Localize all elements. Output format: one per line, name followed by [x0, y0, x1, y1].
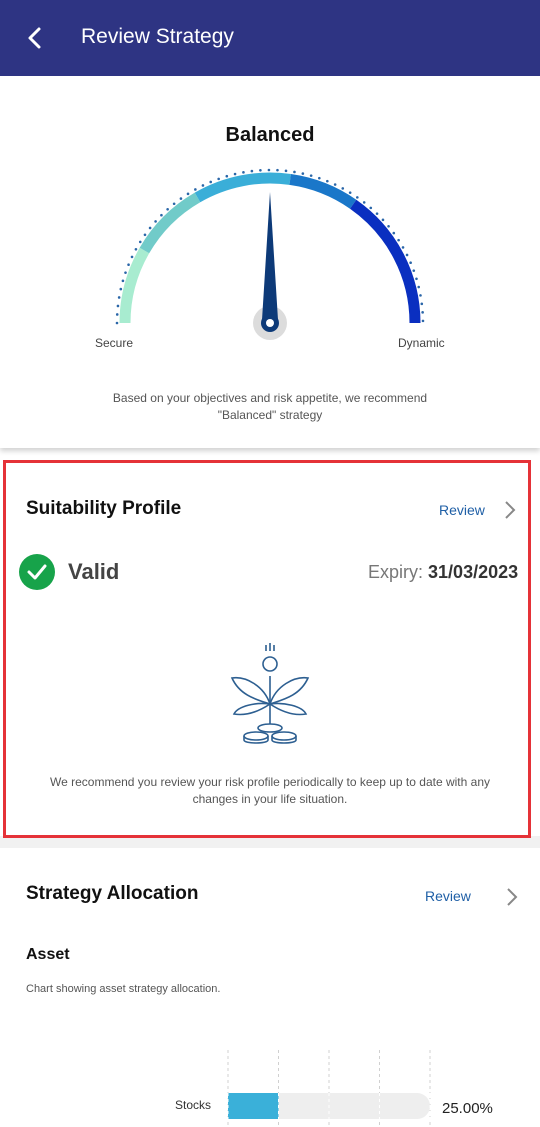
gauge-dot — [186, 192, 190, 196]
gauge-dot — [201, 184, 205, 187]
gauge-dot — [409, 261, 412, 265]
gauge-dot — [417, 285, 421, 289]
gauge-label-dynamic: Dynamic — [398, 336, 445, 350]
gauge-dot — [115, 321, 119, 325]
gauge-dot — [397, 238, 400, 242]
gauge-dot — [356, 196, 359, 199]
gauge-segment-2 — [139, 192, 201, 254]
gauge-dot — [420, 302, 424, 306]
gauge-dot — [117, 296, 121, 299]
gauge-dot — [217, 177, 220, 181]
gauge-dot — [233, 172, 237, 176]
gauge-dot — [116, 304, 120, 308]
gauge-dot — [301, 172, 305, 175]
gauge-dot — [148, 226, 152, 230]
gauge-dot — [267, 168, 271, 172]
gauge-dot — [130, 255, 134, 259]
strategy-allocation-title: Strategy Allocation — [26, 883, 199, 904]
risk-gauge — [115, 168, 425, 340]
gauge-dot — [412, 269, 416, 272]
gauge-needle — [261, 192, 279, 332]
gauge-dot — [138, 240, 142, 244]
gauge-dot — [284, 169, 288, 173]
bar-value-stocks: 25.00% — [442, 1100, 493, 1117]
chevron-right-icon[interactable] — [505, 887, 519, 907]
gauge-dot — [124, 271, 127, 274]
gauge-dot — [225, 174, 229, 178]
gauge-dot — [172, 202, 176, 206]
gauge-dot — [293, 170, 296, 174]
gauge-dot — [341, 187, 345, 190]
gauge-dot — [179, 197, 183, 200]
asset-chart-description: Chart showing asset strategy allocation. — [26, 983, 221, 995]
page-title: Review Strategy — [81, 25, 234, 48]
gauge-segment-5 — [349, 199, 421, 324]
gauge-dot — [209, 180, 213, 184]
gauge-dot — [121, 279, 125, 283]
gauge-dot — [392, 231, 396, 235]
gauge-dot — [375, 212, 379, 215]
gauge-label-secure: Secure — [95, 336, 134, 350]
gauge-dot — [421, 311, 424, 314]
back-icon[interactable] — [22, 24, 50, 52]
app-bar: Review Strategy — [0, 0, 540, 76]
recommended-strategy-card: Recommended Balanced Secure Dynamic Base… — [0, 60, 540, 448]
gauge-dot — [127, 263, 130, 266]
gauge-dot — [166, 207, 169, 211]
recommendation-text: Based on your objectives and risk appeti… — [112, 391, 428, 422]
gauge-dot — [415, 277, 418, 281]
gauge-dot — [242, 171, 245, 174]
gauge-dot — [154, 220, 157, 223]
suitability-highlight-frame — [3, 460, 531, 838]
bar-label-stocks: Stocks — [175, 1098, 212, 1112]
gauge-dot — [259, 169, 262, 172]
gauge-dot — [419, 294, 422, 297]
gauge-dot — [362, 201, 366, 204]
gauge-dot — [381, 218, 385, 222]
gauge-dot — [134, 247, 138, 251]
asset-heading: Asset — [26, 946, 70, 963]
gauge-dot — [119, 287, 123, 291]
gauge-dot — [115, 313, 119, 316]
gauge-dot — [318, 176, 321, 180]
gauge-dot — [160, 213, 163, 217]
gauge-segment-4 — [289, 173, 357, 209]
gauge-dot — [369, 206, 373, 210]
gauge-dot — [276, 168, 279, 172]
bar-stocks — [228, 1093, 279, 1119]
gauge-dot — [143, 233, 147, 237]
gauge-dot — [401, 246, 405, 249]
gauge-dot — [309, 174, 313, 177]
gauge-dot — [348, 191, 352, 194]
strategy-allocation-review-link[interactable]: Review — [425, 888, 471, 904]
gauge-dot — [387, 224, 390, 228]
gauge-dot — [326, 179, 329, 183]
gauge-dot — [250, 169, 254, 173]
gauge-dot — [194, 188, 197, 191]
gauge-dot — [405, 253, 409, 257]
gauge-dot — [421, 319, 425, 323]
gauge-segment-1 — [119, 247, 150, 324]
gauge-dot — [333, 183, 337, 186]
